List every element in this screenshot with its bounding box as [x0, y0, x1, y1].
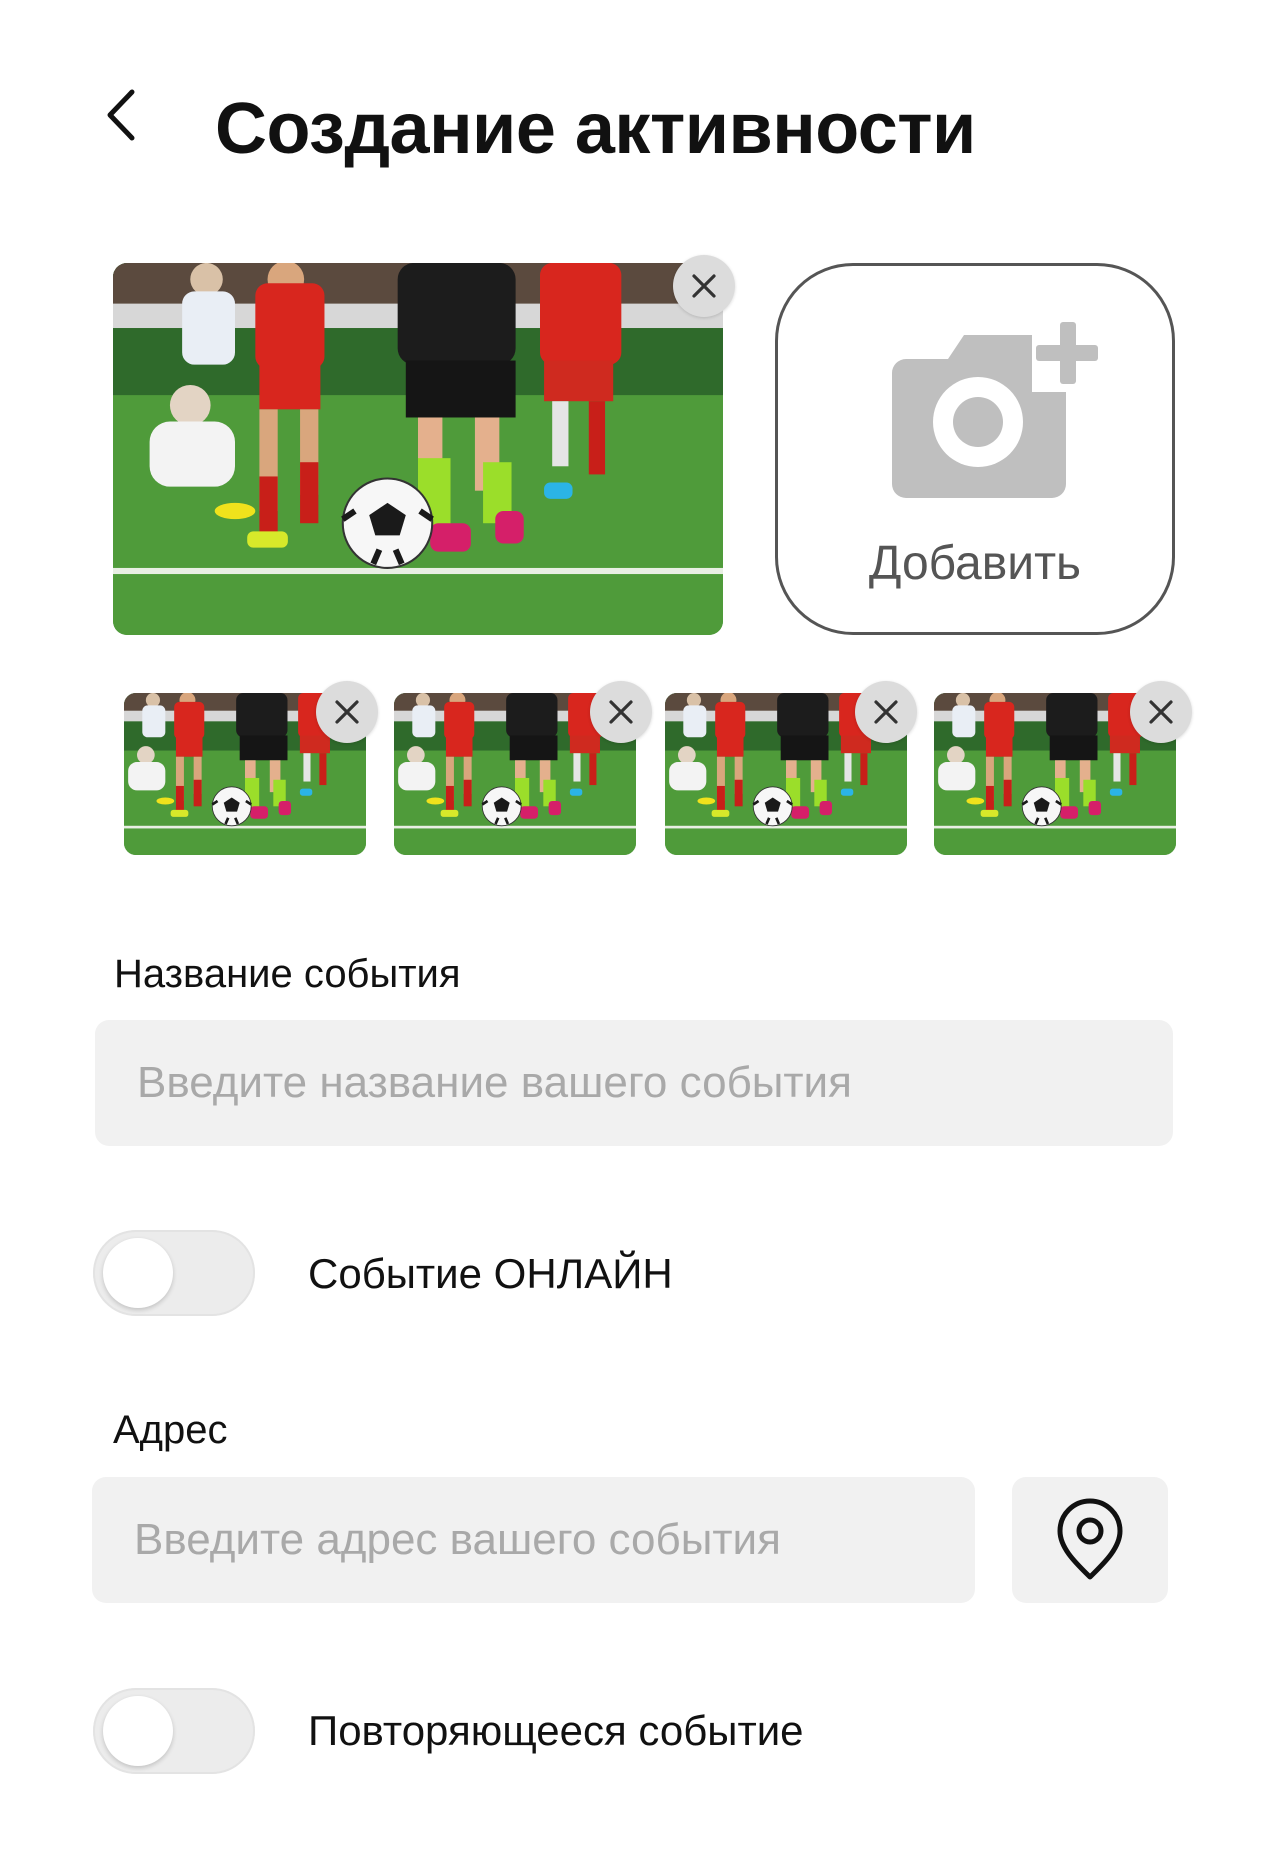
- close-icon: [1149, 700, 1173, 724]
- recurring-toggle-label: Повторяющееся событие: [308, 1707, 804, 1754]
- close-icon: [692, 274, 716, 298]
- recurring-toggle[interactable]: [93, 1688, 255, 1774]
- event-name-label: Название события: [114, 952, 461, 996]
- close-icon: [874, 700, 898, 724]
- camera-plus-icon: [892, 322, 1102, 498]
- remove-thumbnail-3-button[interactable]: [855, 681, 917, 743]
- online-toggle[interactable]: [93, 1230, 255, 1316]
- remove-thumbnail-1-button[interactable]: [316, 681, 378, 743]
- page-title: Создание активности: [215, 89, 976, 169]
- toggle-knob: [103, 1696, 173, 1766]
- chevron-left-icon: [107, 89, 135, 141]
- toggle-knob: [103, 1238, 173, 1308]
- close-icon: [335, 700, 359, 724]
- remove-thumbnail-2-button[interactable]: [590, 681, 652, 743]
- location-button[interactable]: [1012, 1477, 1168, 1603]
- location-pin-icon: [1057, 1498, 1123, 1580]
- main-photo: [113, 263, 723, 635]
- address-label: Адрес: [113, 1408, 228, 1452]
- event-name-input[interactable]: [95, 1020, 1173, 1146]
- back-button[interactable]: [80, 70, 160, 150]
- add-photo-button[interactable]: Добавить: [775, 263, 1175, 635]
- soccer-photo-graphic: [113, 263, 723, 635]
- remove-main-photo-button[interactable]: [673, 255, 735, 317]
- remove-thumbnail-4-button[interactable]: [1130, 681, 1192, 743]
- online-toggle-label: Событие ОНЛАЙН: [308, 1250, 673, 1297]
- close-icon: [609, 700, 633, 724]
- address-input[interactable]: [92, 1477, 975, 1603]
- add-photo-label: Добавить: [868, 537, 1082, 590]
